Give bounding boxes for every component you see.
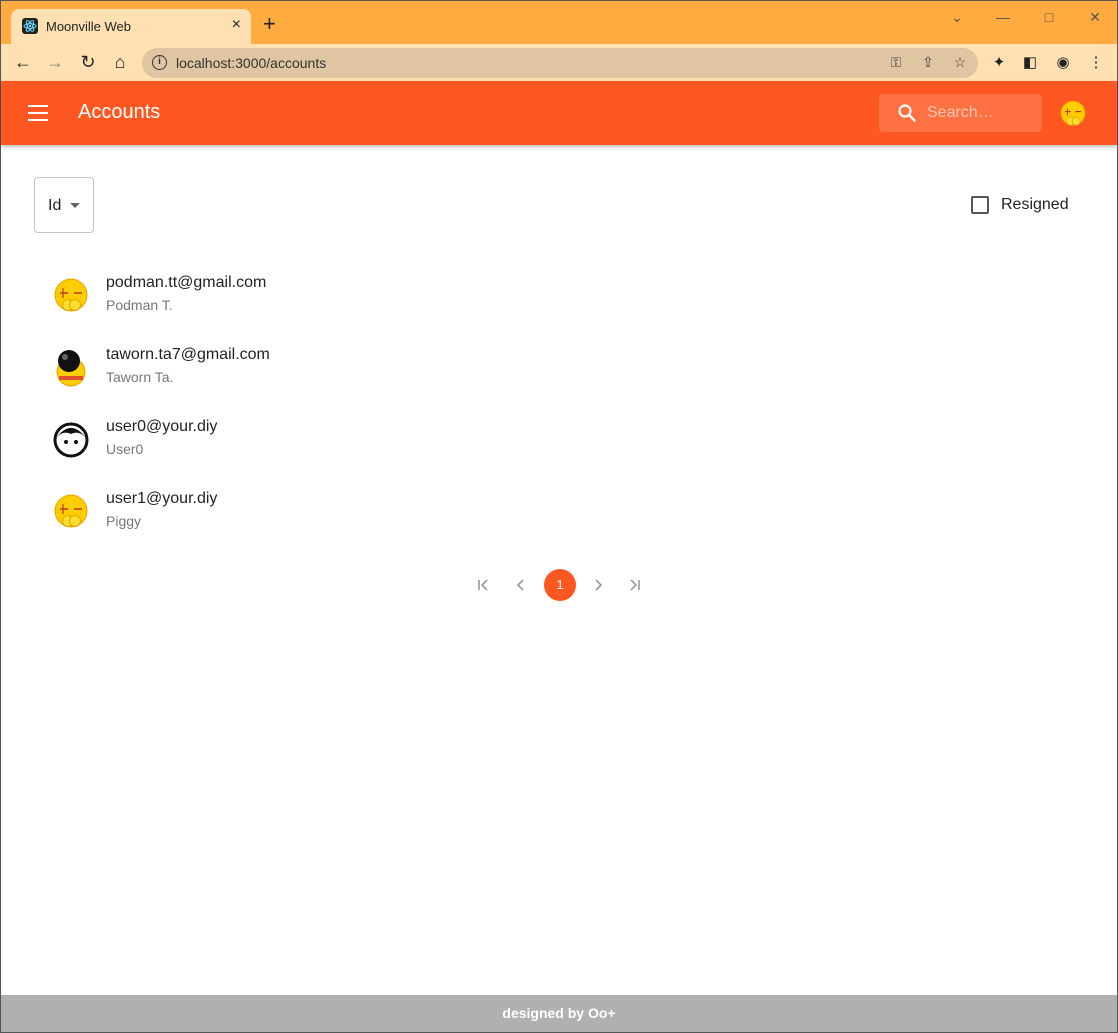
tab-title: Moonville Web: [46, 19, 132, 34]
tab-search-icon[interactable]: ⌄: [947, 7, 967, 27]
account-name: Piggy: [106, 513, 142, 529]
account-name: Taworn Ta.: [106, 369, 174, 385]
close-window-button[interactable]: ✕: [1085, 7, 1105, 27]
bookmark-star-icon[interactable]: ☆: [951, 54, 969, 71]
resigned-checkbox[interactable]: [971, 196, 989, 214]
app-bar: Accounts: [1, 81, 1117, 145]
pagination: 1: [467, 569, 653, 601]
chevron-right-icon[interactable]: [582, 569, 614, 601]
default-face-icon: [53, 422, 89, 458]
reload-icon[interactable]: ↻: [77, 51, 99, 73]
account-email: user0@your.diy: [106, 418, 218, 435]
extensions-icon[interactable]: ✦: [989, 53, 1009, 71]
page-title: Accounts: [78, 101, 161, 123]
react-icon: [22, 18, 38, 34]
sort-value: Id: [48, 197, 62, 214]
search-input[interactable]: [927, 103, 1032, 123]
account-email: podman.tt@gmail.com: [106, 274, 267, 291]
browser-titlebar: Moonville Web × + ⌄ — □ ✕: [1, 1, 1117, 44]
list-item[interactable]: user0@your.diy User0: [34, 403, 1084, 475]
sort-select[interactable]: Id: [34, 177, 94, 233]
forward-icon[interactable]: →: [44, 51, 66, 73]
back-icon[interactable]: ←: [12, 51, 34, 73]
more-menu-icon[interactable]: ⋮: [1086, 53, 1106, 71]
key-icon[interactable]: ⚿: [887, 54, 905, 71]
user-avatar-icon[interactable]: [1057, 98, 1089, 130]
url-text[interactable]: localhost:3000/accounts: [176, 55, 326, 71]
list-item[interactable]: user1@your.diy Piggy: [34, 475, 1084, 547]
account-name: User0: [106, 441, 144, 457]
list-item[interactable]: podman.tt@gmail.com Podman T.: [34, 259, 1084, 331]
footer: designed by Oo+: [1, 995, 1117, 1032]
side-panel-icon[interactable]: ◧: [1020, 53, 1040, 71]
account-name: Podman T.: [106, 297, 173, 313]
last-page-icon[interactable]: [619, 569, 651, 601]
account-email: user1@your.diy: [106, 490, 218, 507]
page-button-current[interactable]: 1: [544, 569, 576, 601]
tab-close-icon[interactable]: ×: [232, 17, 241, 33]
account-email: taworn.ta7@gmail.com: [106, 346, 270, 363]
first-page-icon[interactable]: [467, 569, 499, 601]
list-item[interactable]: taworn.ta7@gmail.com Taworn Ta.: [34, 331, 1084, 403]
yellow-face-icon: [54, 278, 88, 312]
search-box[interactable]: [879, 94, 1042, 132]
chevron-left-icon[interactable]: [505, 569, 537, 601]
bomb-face-icon: [56, 350, 86, 387]
address-bar[interactable]: i localhost:3000/accounts ⚿ ⇪ ☆: [142, 48, 978, 78]
resigned-label: Resigned: [1001, 196, 1069, 213]
profile-icon[interactable]: ◉: [1053, 53, 1073, 71]
account-list: podman.tt@gmail.com Podman T. taworn.ta7…: [34, 259, 1084, 547]
minimize-button[interactable]: —: [993, 7, 1013, 27]
browser-tab[interactable]: Moonville Web ×: [11, 9, 251, 44]
dropdown-arrow-icon: [70, 203, 80, 208]
maximize-button[interactable]: □: [1039, 7, 1059, 27]
browser-toolbar: ← → ↻ ⌂ i localhost:3000/accounts ⚿ ⇪ ☆ …: [1, 44, 1117, 81]
menu-icon[interactable]: [28, 105, 48, 121]
yellow-face-icon: [54, 494, 88, 528]
share-icon[interactable]: ⇪: [919, 54, 937, 71]
new-tab-button[interactable]: +: [263, 13, 276, 35]
site-info-icon[interactable]: i: [152, 55, 167, 70]
search-icon: [898, 104, 916, 122]
home-icon[interactable]: ⌂: [109, 51, 131, 73]
footer-text: designed by Oo+: [502, 1005, 616, 1021]
